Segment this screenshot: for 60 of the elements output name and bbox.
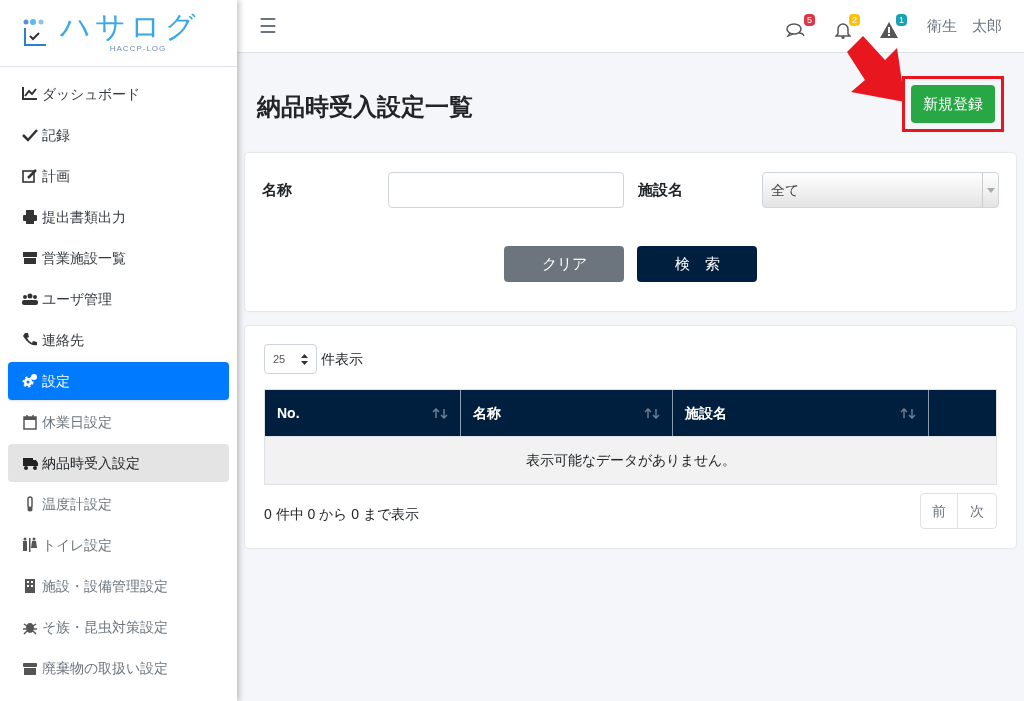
- count-badge: 1: [896, 14, 907, 26]
- logo-icon: [22, 18, 48, 48]
- sort-icon: [644, 407, 660, 419]
- menu-item-icon: [22, 86, 38, 102]
- sort-icon: [432, 407, 448, 419]
- menu-item-icon: [22, 373, 38, 389]
- menu-item-icon: [22, 250, 38, 266]
- previous-page-button[interactable]: 前: [921, 494, 958, 528]
- menu-item-icon: [22, 127, 38, 143]
- name-input-field[interactable]: [388, 172, 624, 208]
- sidebar-item[interactable]: 休業日設定: [8, 403, 229, 441]
- bell-icon: [835, 21, 851, 39]
- sidebar-item[interactable]: ユーザ管理: [8, 280, 229, 318]
- new-registration-button[interactable]: 新規登録: [911, 85, 995, 123]
- menu-item-icon: [22, 414, 38, 430]
- menu-item-icon: [22, 660, 38, 676]
- menu-item-icon: [22, 168, 38, 184]
- sidebar-item[interactable]: 連絡先: [8, 321, 229, 359]
- menu-icon[interactable]: ☰: [259, 11, 277, 41]
- header-icon-button[interactable]: 1: [880, 14, 907, 38]
- page-size-label: 件表示: [321, 349, 363, 369]
- count-badge: 5: [804, 14, 815, 26]
- sidebar-item[interactable]: 設定: [8, 362, 229, 400]
- sidebar-item[interactable]: ダッシュボード: [8, 75, 229, 113]
- menu-item-icon: [22, 455, 38, 471]
- logo-title: ハサログ: [60, 11, 200, 43]
- sidebar-item[interactable]: 提出書類出力: [8, 198, 229, 236]
- page-title: 納品時受入設定一覧: [257, 92, 473, 122]
- field-label: 名称: [262, 179, 293, 200]
- next-page-button[interactable]: 次: [958, 494, 996, 528]
- page-size-select[interactable]: 25: [264, 344, 317, 374]
- comments-icon: [786, 22, 806, 38]
- menu-item-icon: [22, 537, 38, 553]
- sidebar-item[interactable]: トイレ設定: [8, 526, 229, 564]
- sidebar-item[interactable]: 営業施設一覧: [8, 239, 229, 277]
- sidebar-item[interactable]: 廃棄物の取扱い設定: [8, 649, 229, 687]
- dropdown-arrow-icon: [986, 187, 995, 193]
- sidebar-item[interactable]: 記録: [8, 116, 229, 154]
- user-name[interactable]: 衛生 太郎: [927, 14, 1002, 38]
- facility-select[interactable]: 全て: [762, 172, 999, 208]
- field-label: 施設名: [638, 179, 684, 200]
- sort-arrows-icon: [301, 353, 308, 365]
- menu-item-icon: [22, 578, 38, 594]
- header-icon-button[interactable]: 5: [786, 14, 815, 38]
- warning-icon: [880, 22, 898, 38]
- sidebar-item[interactable]: そ族・昆虫対策設定: [8, 608, 229, 646]
- menu-item-icon: [22, 332, 38, 348]
- sidebar-item[interactable]: 温度計設定: [8, 485, 229, 523]
- sort-icon: [900, 407, 916, 419]
- sidebar-item[interactable]: 納品時受入設定: [8, 444, 229, 482]
- search-button[interactable]: 検 索: [637, 246, 757, 282]
- clear-button[interactable]: クリア: [504, 246, 624, 282]
- sidebar-item[interactable]: 計画: [8, 157, 229, 195]
- count-badge: 2: [849, 13, 860, 26]
- sidebar-item[interactable]: 施設・設備管理設定: [8, 567, 229, 605]
- empty-message: 表示可能なデータがありません。: [525, 451, 736, 470]
- menu-item-icon: [22, 291, 38, 307]
- menu-item-icon: [22, 209, 38, 225]
- logo-subtitle: HACCP-LOG: [109, 43, 167, 55]
- table-info: 0 件中 0 から 0 まで表示: [264, 504, 419, 524]
